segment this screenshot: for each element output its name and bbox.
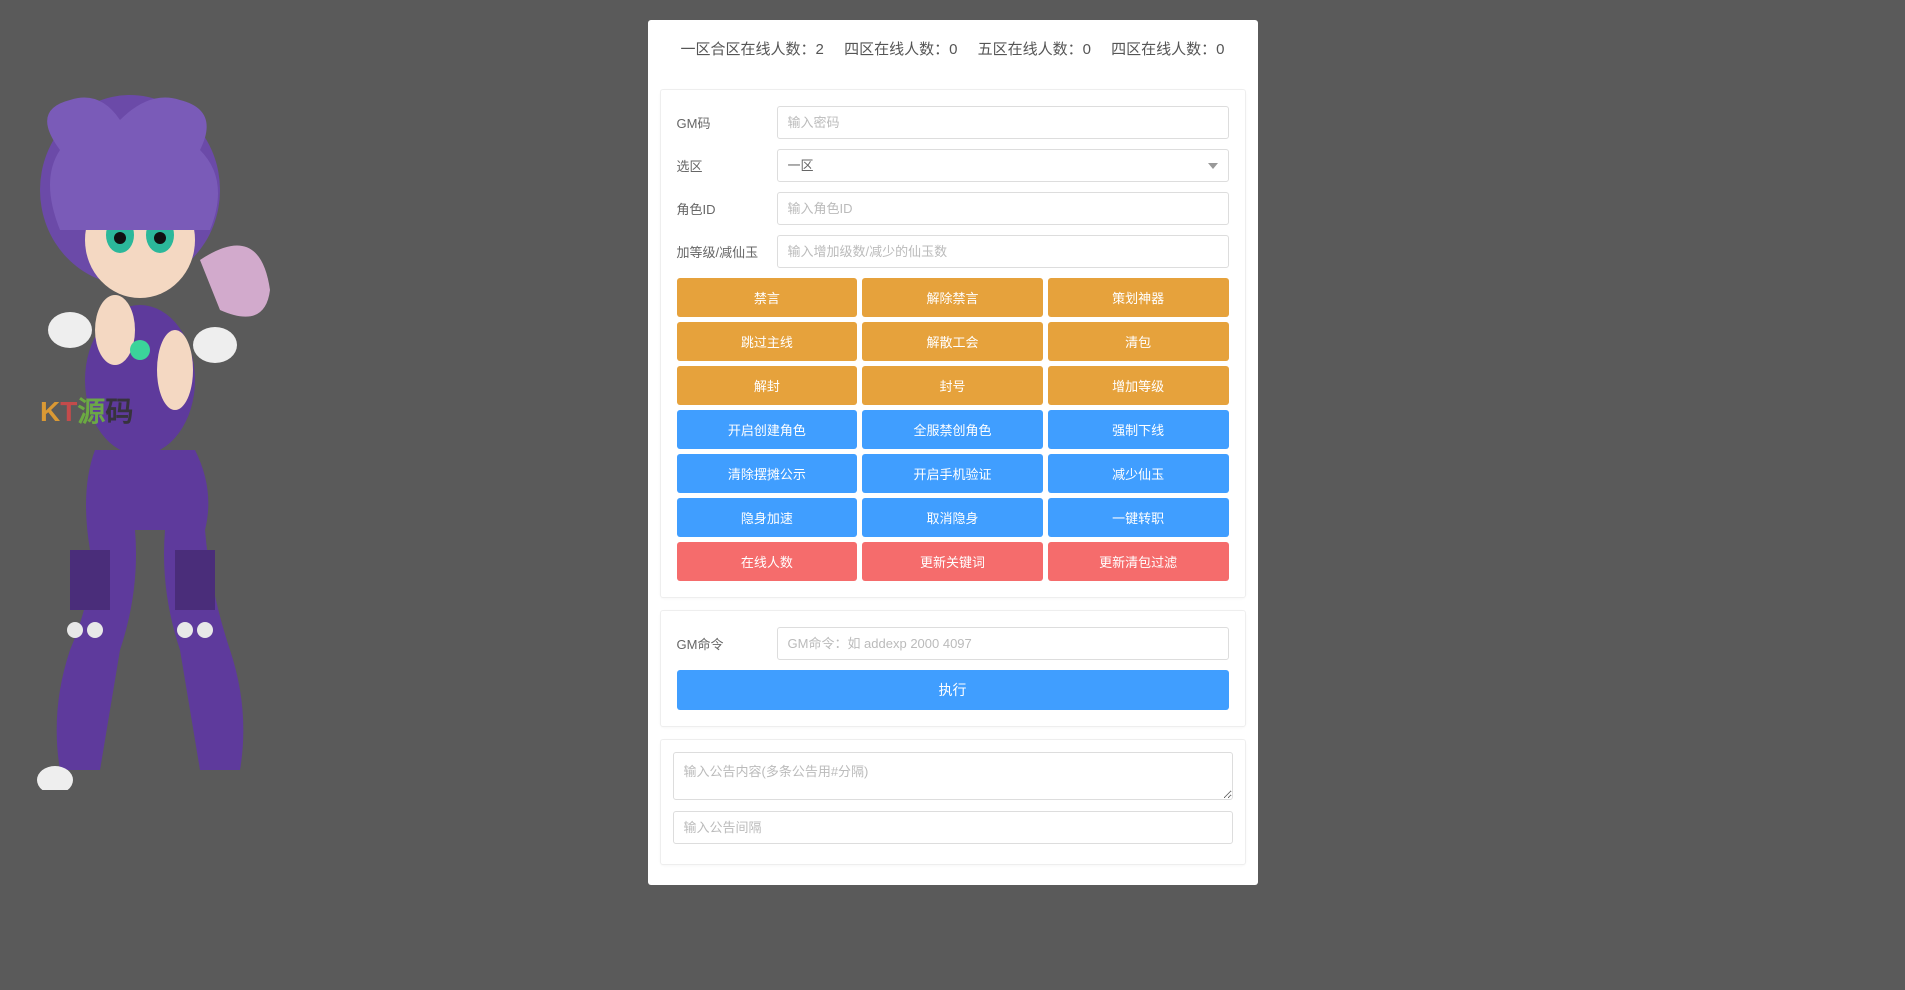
one-click-reclass-button[interactable]: 一键转职 [1048, 498, 1229, 537]
zone-label: 选区 [677, 156, 777, 175]
stat-zone-1: 一区合区在线人数：2 [681, 41, 824, 58]
gm-command-label: GM命令 [677, 634, 777, 653]
gm-command-card: GM命令 执行 [660, 610, 1246, 727]
add-level-button[interactable]: 增加等级 [1048, 366, 1229, 405]
role-id-input[interactable] [777, 192, 1229, 225]
notice-card [660, 739, 1246, 865]
character-illustration [0, 70, 280, 790]
cancel-stealth-button[interactable]: 取消隐身 [862, 498, 1043, 537]
online-count-button[interactable]: 在线人数 [677, 542, 858, 581]
control-card: GM码 选区 一区 角色ID 加等级/减仙玉 [660, 89, 1246, 598]
stealth-speed-button[interactable]: 隐身加速 [677, 498, 858, 537]
reduce-xianyu-button[interactable]: 减少仙玉 [1048, 454, 1229, 493]
stat-zone-4a: 四区在线人数：0 [844, 41, 957, 58]
notice-content-input[interactable] [673, 752, 1233, 800]
force-offline-button[interactable]: 强制下线 [1048, 410, 1229, 449]
notice-interval-input[interactable] [673, 811, 1233, 844]
update-clear-filter-button[interactable]: 更新清包过滤 [1048, 542, 1229, 581]
update-keyword-button[interactable]: 更新关键词 [862, 542, 1043, 581]
level-label: 加等级/减仙玉 [677, 242, 777, 261]
enable-create-role-button[interactable]: 开启创建角色 [677, 410, 858, 449]
ban-button[interactable]: 封号 [862, 366, 1043, 405]
unban-button[interactable]: 解封 [677, 366, 858, 405]
watermark: KT源码 [40, 390, 133, 430]
gm-command-input[interactable] [777, 627, 1229, 660]
stat-zone-4b: 四区在线人数：0 [1111, 41, 1224, 58]
level-input[interactable] [777, 235, 1229, 268]
clear-bag-button[interactable]: 清包 [1048, 322, 1229, 361]
disable-create-role-button[interactable]: 全服禁创角色 [862, 410, 1043, 449]
skip-mainline-button[interactable]: 跳过主线 [677, 322, 858, 361]
enable-phone-verify-button[interactable]: 开启手机验证 [862, 454, 1043, 493]
gm-code-label: GM码 [677, 113, 777, 132]
main-panel: 一区合区在线人数：2 四区在线人数：0 五区在线人数：0 四区在线人数：0 GM… [648, 20, 1258, 885]
role-id-label: 角色ID [677, 199, 777, 218]
zone-select[interactable]: 一区 [777, 149, 1229, 182]
unmute-button[interactable]: 解除禁言 [862, 278, 1043, 317]
disband-guild-button[interactable]: 解散工会 [862, 322, 1043, 361]
plan-artifact-button[interactable]: 策划神器 [1048, 278, 1229, 317]
stat-zone-5: 五区在线人数：0 [978, 41, 1091, 58]
online-stats: 一区合区在线人数：2 四区在线人数：0 五区在线人数：0 四区在线人数：0 [648, 20, 1258, 77]
gm-code-input[interactable] [777, 106, 1229, 139]
mute-button[interactable]: 禁言 [677, 278, 858, 317]
button-grid: 禁言 解除禁言 策划神器 跳过主线 解散工会 清包 解封 封号 增加等级 开启创… [677, 278, 1229, 581]
execute-button[interactable]: 执行 [677, 670, 1229, 710]
clear-stall-notice-button[interactable]: 清除摆摊公示 [677, 454, 858, 493]
